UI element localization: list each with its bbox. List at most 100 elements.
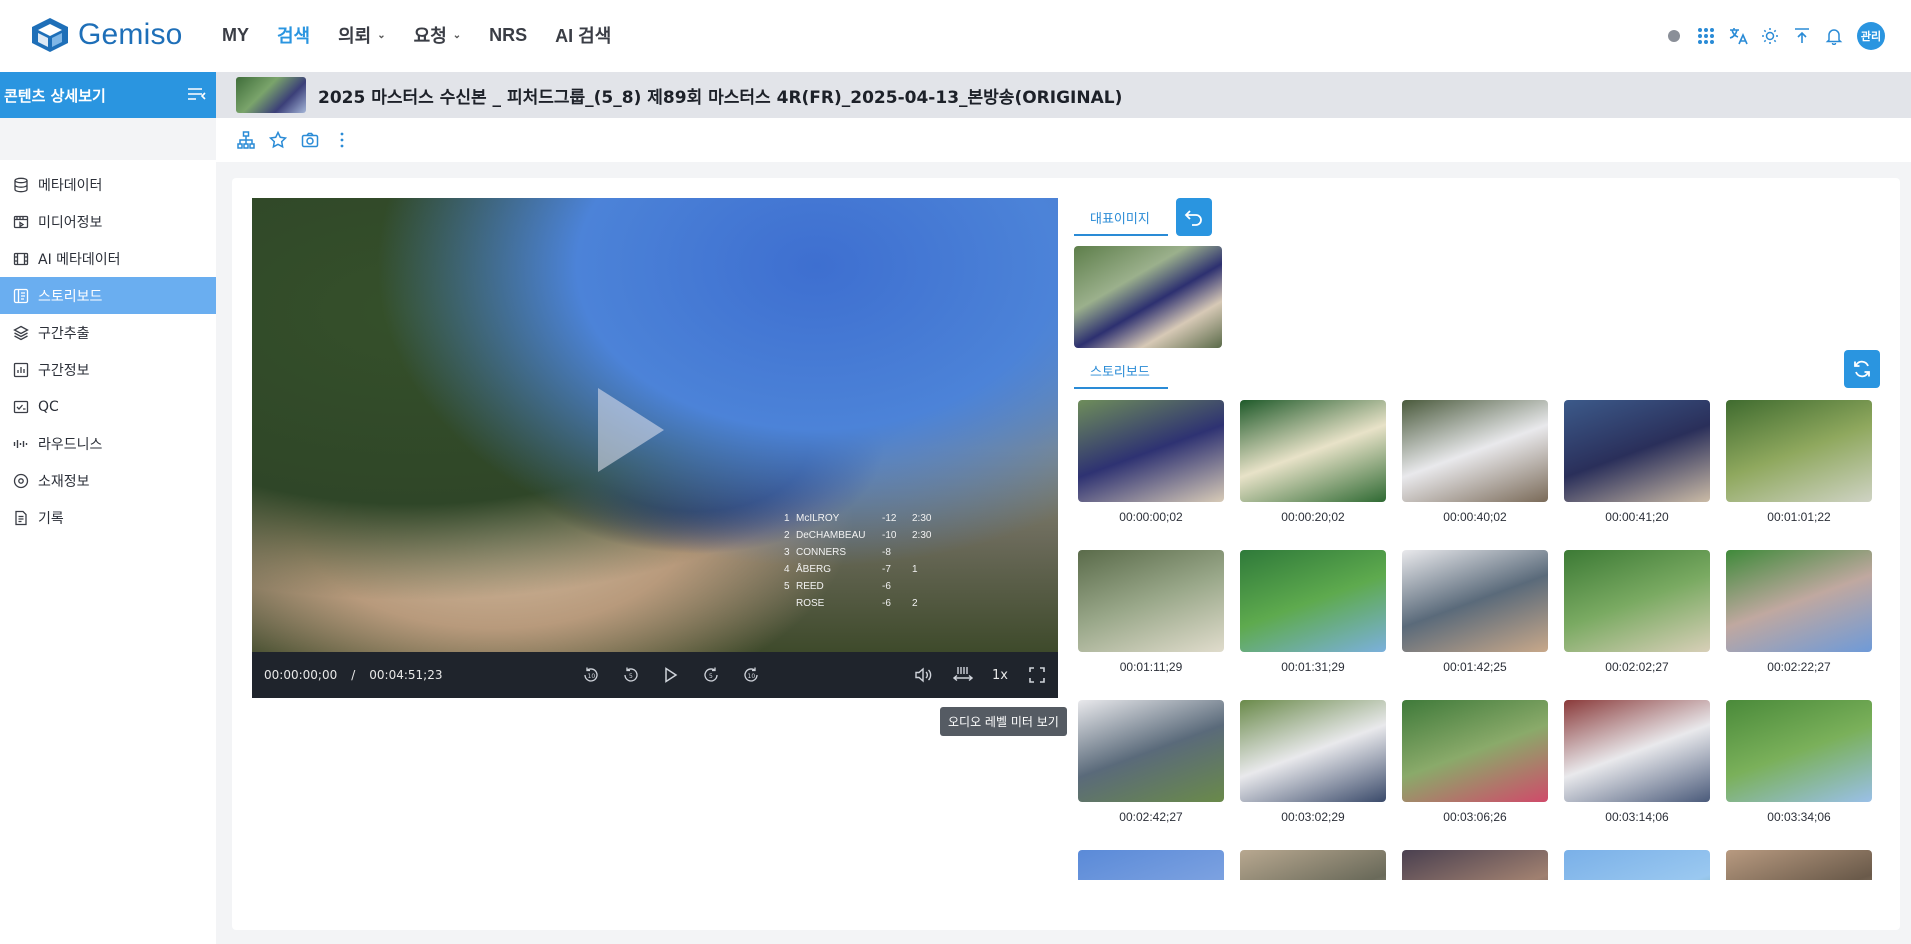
player-options: 1x	[894, 664, 1048, 686]
nav-item-4[interactable]: NRS	[489, 22, 527, 48]
upload-icon[interactable]	[1791, 25, 1813, 47]
storyboard-frame[interactable]: 00:01:31;29	[1240, 550, 1386, 674]
hierarchy-icon[interactable]	[236, 130, 256, 150]
log-icon	[12, 509, 30, 527]
content-action-bar	[216, 118, 1911, 162]
storyboard-timecode: 00:01:11;29	[1119, 660, 1183, 674]
nav-item-label: MY	[222, 24, 249, 45]
storyboard-frame[interactable]: 00:01:42;25	[1402, 550, 1548, 674]
fullscreen-icon[interactable]	[1026, 664, 1048, 686]
play-overlay-icon[interactable]	[598, 388, 664, 472]
nav-item-5[interactable]: AI 검색	[555, 22, 611, 48]
nav-item-1[interactable]: 검색	[277, 22, 310, 48]
storyboard-frame[interactable]	[1240, 850, 1386, 880]
camera-icon[interactable]	[300, 130, 320, 150]
status-dot-icon[interactable]	[1663, 25, 1685, 47]
storyboard-timecode: 00:03:02;29	[1281, 810, 1345, 824]
forward-10-icon[interactable]: 10	[740, 664, 762, 686]
storyboard-frame[interactable]	[1402, 850, 1548, 880]
tab-representative-image[interactable]: 대표이미지	[1074, 208, 1168, 236]
sidebar-item-8[interactable]: 소재정보	[0, 462, 216, 499]
storyboard-frame[interactable]: 00:00:41;20	[1564, 400, 1710, 524]
storyboard-thumbnail	[1564, 700, 1710, 802]
leaderboard-row: 2 DeCHAMBEAU -10 2:30	[784, 527, 988, 544]
storyboard-frame[interactable]: 00:03:06;26	[1402, 700, 1548, 824]
sidebar-item-1[interactable]: 미디어정보	[0, 203, 216, 240]
leaderboard-thru: 1	[912, 564, 918, 575]
storyboard-frame[interactable]: 00:03:14;06	[1564, 700, 1710, 824]
storyboard-frame[interactable]: 00:03:02;29	[1240, 700, 1386, 824]
storyboard-frame[interactable]: 00:02:42;27	[1078, 700, 1224, 824]
waveform-icon	[12, 435, 30, 453]
sidebar-item-label: 스토리보드	[38, 288, 103, 305]
sidebar-item-0[interactable]: 메타데이터	[0, 166, 216, 203]
brand-logo[interactable]: Gemiso	[28, 16, 183, 54]
storyboard-thumbnail	[1726, 850, 1872, 880]
tab-storyboard[interactable]: 스토리보드	[1074, 361, 1168, 389]
sidebar-item-9[interactable]: 기록	[0, 499, 216, 536]
sidebar-item-2[interactable]: AI 메타데이터	[0, 240, 216, 277]
refresh-button[interactable]	[1844, 350, 1880, 388]
storyboard-frame[interactable]: 00:00:20;02	[1240, 400, 1386, 524]
main-menu: MY 검색 의뢰 ⌄ 요청 ⌄ NRS AI 검색	[222, 22, 639, 48]
leaderboard-row: 4 ÅBERG -7 1	[784, 561, 988, 578]
time-display: 00:00:00;00 / 00:04:51;23	[264, 668, 442, 682]
storyboard-thumbnail	[1240, 700, 1386, 802]
video-player[interactable]: 1 McILROY -12 2:30 2 DeCHAMBEAU -10 2:30 3 CONNER…	[252, 198, 1058, 652]
sidebar-item-6[interactable]: QC	[0, 388, 216, 425]
apps-grid-icon[interactable]	[1695, 25, 1717, 47]
storyboard-frame[interactable]	[1726, 850, 1872, 880]
translate-icon[interactable]	[1727, 25, 1749, 47]
sidebar-item-3[interactable]: 스토리보드	[0, 277, 216, 314]
nav-item-0[interactable]: MY	[222, 22, 249, 48]
user-avatar[interactable]: 관리	[1857, 22, 1885, 50]
storyboard-frame[interactable]	[1564, 850, 1710, 880]
storyboard-frame[interactable]: 00:00:40;02	[1402, 400, 1548, 524]
storyboard-frame[interactable]: 00:02:22;27	[1726, 550, 1872, 674]
storyboard-thumbnail	[1402, 550, 1548, 652]
volume-icon[interactable]	[912, 664, 934, 686]
undo-button[interactable]	[1176, 198, 1212, 236]
sidebar-item-5[interactable]: 구간정보	[0, 351, 216, 388]
leaderboard-pos: 2	[784, 530, 790, 541]
representative-image[interactable]	[1074, 246, 1222, 348]
star-icon[interactable]	[268, 130, 288, 150]
storyboard-frame[interactable]: 00:02:02;27	[1564, 550, 1710, 674]
database-icon	[12, 176, 30, 194]
more-vertical-icon[interactable]	[332, 130, 352, 150]
storyboard-frame[interactable]	[1078, 850, 1224, 880]
storyboard-thumbnail	[1402, 700, 1548, 802]
disc-icon	[12, 472, 30, 490]
leaderboard-name: ROSE	[796, 598, 825, 609]
bell-icon[interactable]	[1823, 25, 1845, 47]
leaderboard-row: 5 REED -6	[784, 578, 988, 595]
storyboard-timecode: 00:00:41;20	[1605, 510, 1669, 524]
play-icon[interactable]	[660, 664, 682, 686]
leaderboard-pos: 3	[784, 547, 790, 558]
sidebar-item-7[interactable]: 라우드니스	[0, 425, 216, 462]
nav-item-3[interactable]: 요청 ⌄	[414, 22, 462, 48]
forward-5-icon[interactable]: 5	[700, 664, 722, 686]
sidebar-toggle-icon[interactable]	[186, 84, 208, 106]
storyboard-frame[interactable]: 00:03:34;06	[1726, 700, 1872, 824]
rewind-5-icon[interactable]: 5	[620, 664, 642, 686]
sun-icon[interactable]	[1759, 25, 1781, 47]
sidebar-item-label: 기록	[38, 510, 64, 527]
sidebar-item-label: 미디어정보	[38, 214, 103, 231]
leaderboard-thru: 2:30	[912, 530, 932, 541]
nav-item-label: NRS	[489, 24, 528, 45]
audio-meter-icon[interactable]	[952, 664, 974, 686]
storyboard-timecode: 00:01:01;22	[1767, 510, 1831, 524]
playback-speed[interactable]: 1x	[992, 668, 1008, 683]
leaderboard-score: -6	[882, 581, 891, 592]
duration: 00:04:51;23	[369, 668, 443, 682]
sidebar-item-4[interactable]: 구간추출	[0, 314, 216, 351]
storyboard-timecode: 00:01:31;29	[1281, 660, 1345, 674]
storyboard-frame[interactable]: 00:01:01;22	[1726, 400, 1872, 524]
storyboard-frame[interactable]: 00:01:11;29	[1078, 550, 1224, 674]
nav-item-label: 요청	[413, 26, 447, 46]
leaderboard-name: REED	[796, 581, 824, 592]
nav-item-2[interactable]: 의뢰 ⌄	[338, 22, 386, 48]
storyboard-frame[interactable]: 00:00:00;02	[1078, 400, 1224, 524]
rewind-10-icon[interactable]: 10	[580, 664, 602, 686]
